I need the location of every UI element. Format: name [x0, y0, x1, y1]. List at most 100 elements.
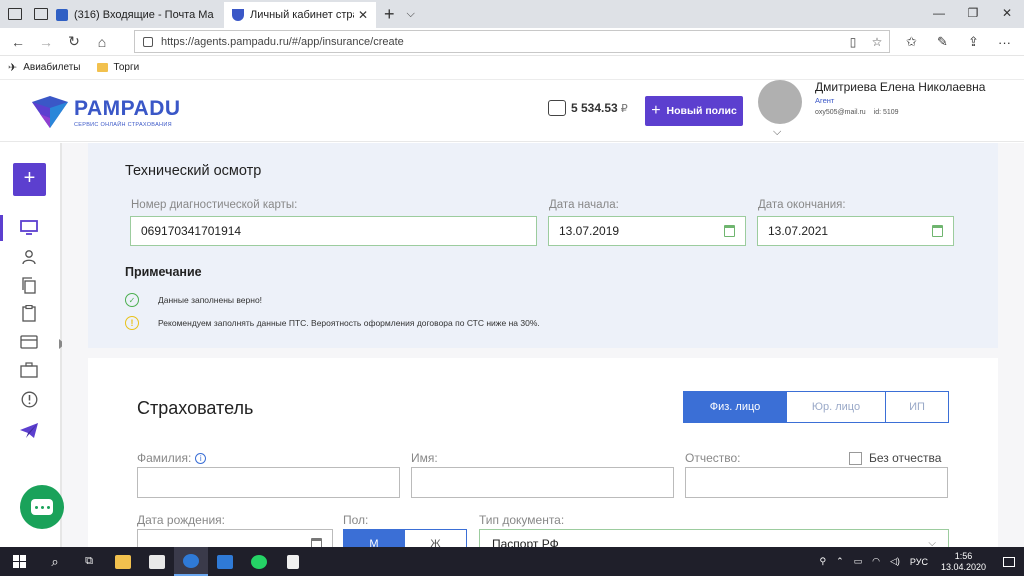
home-icon[interactable]: ⌂ — [88, 34, 116, 50]
tray-chevron-icon[interactable]: ⌃ — [836, 556, 844, 567]
type-legal-button[interactable]: Юр. лицо — [787, 391, 886, 423]
insured-section: Страхователь Физ. лицо Юр. лицо ИП Фамил… — [88, 358, 998, 547]
end-date-label: Дата окончания: — [758, 199, 846, 211]
edge-icon[interactable] — [174, 547, 208, 576]
clock[interactable]: 1:56 13.04.2020 — [941, 551, 986, 573]
note-ok-text: Данные заполнены верно! — [158, 295, 263, 305]
new-policy-button[interactable]: + Новый полис — [645, 96, 743, 126]
sidebar-item-payments[interactable] — [18, 331, 40, 353]
sidebar-add-button[interactable]: + — [13, 163, 46, 196]
language-indicator[interactable]: РУС — [910, 557, 928, 567]
chevron-down-icon: ⌵ — [928, 538, 936, 547]
chevron-down-icon[interactable]: ⌵ — [773, 126, 781, 139]
user-name: Дмитриева Елена Николаевна — [815, 80, 986, 94]
balance[interactable]: 5 534.53 ₽ — [548, 100, 628, 116]
sidebar-item-clients[interactable] — [18, 246, 40, 268]
note-warn-row: ! Рекомендуем заполнять данные ПТС. Веро… — [125, 316, 540, 330]
lock-icon — [143, 36, 153, 47]
url-field[interactable]: https://agents.pampadu.ru/#/app/insuranc… — [134, 30, 890, 53]
bookmark-flights[interactable]: ✈ Авиабилеты — [8, 61, 81, 74]
chat-button[interactable] — [20, 485, 64, 529]
type-individual-button[interactable]: Физ. лицо — [683, 391, 787, 423]
start-date-label: Дата начала: — [549, 199, 619, 211]
bookmark-tenders[interactable]: Торги — [96, 62, 139, 73]
gender-switch: М Ж — [343, 529, 467, 547]
doc-type-select[interactable]: Паспорт РФ ⌵ — [479, 529, 949, 547]
user-meta: oxy505@mail.ru id: 5109 — [815, 109, 899, 116]
tab-preview-icon[interactable] — [34, 8, 48, 20]
gender-label: Пол: — [343, 513, 369, 527]
wifi-icon[interactable]: ◠ — [872, 556, 880, 567]
help-icon[interactable]: i — [195, 453, 207, 465]
sidebar-item-portfolio[interactable] — [18, 359, 40, 381]
volume-icon[interactable]: ◁) — [890, 556, 900, 567]
tech-inspection-section: Технический осмотр Номер диагностической… — [88, 143, 998, 348]
mail-icon[interactable] — [208, 547, 242, 576]
refresh-icon[interactable]: ↻ — [60, 33, 88, 50]
more-icon[interactable]: ··· — [989, 35, 1020, 50]
name-field[interactable] — [411, 467, 674, 498]
favorites-icon[interactable]: ✩ — [896, 34, 927, 50]
checkbox-box[interactable] — [849, 451, 862, 465]
check-circle-icon: ✓ — [125, 293, 139, 307]
no-patronymic-checkbox[interactable]: Без отчества — [849, 451, 941, 465]
end-date-field[interactable]: 13.07.2021 — [757, 216, 954, 246]
sidebar-item-policies[interactable] — [18, 302, 40, 324]
minimize-icon[interactable]: — — [922, 0, 956, 28]
document-icon[interactable] — [276, 547, 310, 576]
calendar-icon[interactable] — [724, 225, 735, 237]
network-icon[interactable]: ▭ — [854, 556, 863, 567]
new-tab-icon[interactable]: + — [384, 4, 395, 25]
patronymic-field[interactable] — [685, 467, 948, 498]
back-icon[interactable]: ← — [4, 34, 32, 50]
clipboard-icon — [22, 304, 36, 322]
notifications-icon[interactable] — [994, 547, 1024, 576]
logo-name: PAMPADU — [74, 96, 181, 120]
explorer-icon[interactable] — [106, 547, 140, 576]
logo-tagline: Сервис онлайн страхования — [74, 121, 172, 128]
close-tab-icon[interactable]: ✕ — [358, 8, 368, 22]
warning-circle-icon: ! — [125, 316, 139, 330]
search-icon[interactable]: ⌕ — [38, 547, 72, 576]
sidebar-item-documents[interactable] — [18, 274, 40, 296]
share-icon[interactable]: ⇪ — [958, 34, 989, 50]
surname-field[interactable] — [137, 467, 400, 498]
restore-icon[interactable]: ❐ — [956, 0, 990, 28]
reading-view-icon[interactable]: ▯ — [841, 35, 865, 49]
people-icon[interactable]: ⚲ — [819, 556, 826, 567]
calendar-icon[interactable] — [311, 538, 322, 547]
name-label: Имя: — [411, 451, 438, 465]
sidebar: + — [0, 143, 65, 547]
window-menu-icon[interactable] — [8, 8, 22, 20]
sidebar-item-alerts[interactable] — [18, 388, 40, 410]
logo[interactable]: PAMPADU Сервис онлайн страхования — [30, 92, 181, 132]
gender-male-button[interactable]: М — [343, 529, 405, 547]
pen-icon[interactable]: ✎ — [927, 34, 958, 50]
note-ok-row: ✓ Данные заполнены верно! — [125, 293, 262, 307]
app-header: PAMPADU Сервис онлайн страхования 5 534.… — [0, 80, 1024, 142]
sidebar-item-dashboard[interactable] — [18, 217, 40, 239]
whatsapp-icon[interactable] — [242, 547, 276, 576]
close-window-icon[interactable]: ✕ — [990, 0, 1024, 28]
card-number-field[interactable]: 069170341701914 — [130, 216, 537, 246]
start-button[interactable] — [0, 555, 38, 568]
doc-type-label: Тип документа: — [479, 513, 565, 527]
favorite-star-icon[interactable]: ☆ — [865, 35, 889, 49]
tab-list-chevron-icon[interactable]: ⌵ — [407, 8, 415, 21]
task-view-icon[interactable]: ⧉ — [72, 547, 106, 576]
type-ie-button[interactable]: ИП — [886, 391, 949, 423]
doc-type-value: Паспорт РФ — [492, 537, 559, 547]
store-icon[interactable] — [140, 547, 174, 576]
avatar[interactable] — [758, 80, 802, 124]
gender-female-button[interactable]: Ж — [405, 529, 467, 547]
start-date-field[interactable]: 13.07.2019 — [548, 216, 746, 246]
forward-icon[interactable]: → — [32, 34, 60, 50]
tab-pampadu[interactable]: Личный кабинет страх ✕ — [224, 2, 376, 28]
birth-date-field[interactable] — [137, 529, 333, 547]
new-policy-label: Новый полис — [666, 105, 737, 117]
calendar-icon[interactable] — [932, 225, 943, 237]
user-email: oxy505@mail.ru — [815, 109, 866, 116]
user-icon — [22, 250, 36, 265]
tab-mail[interactable]: (316) Входящие - Почта Ма — [48, 2, 224, 28]
sidebar-item-telegram[interactable] — [18, 419, 40, 441]
